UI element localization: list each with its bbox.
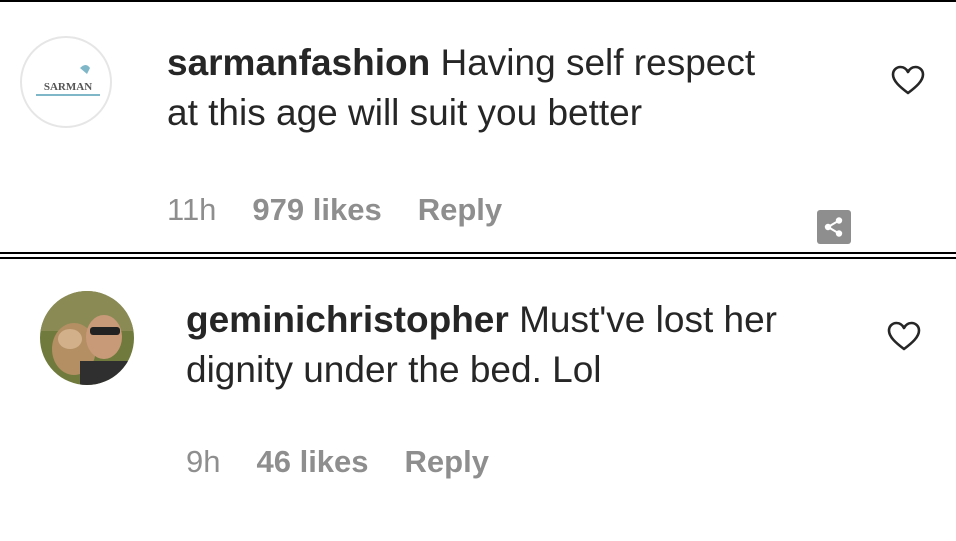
share-button[interactable] xyxy=(817,210,851,244)
comment-meta: 9h 46 likes Reply xyxy=(186,444,489,480)
comment-likes[interactable]: 979 likes xyxy=(252,192,381,228)
reply-button[interactable]: Reply xyxy=(405,444,489,480)
heart-icon[interactable] xyxy=(886,320,922,352)
avatar[interactable]: SARMAN xyxy=(20,36,112,128)
comment-username[interactable]: geminichristopher xyxy=(186,299,509,340)
sarman-logo: SARMAN xyxy=(36,65,100,96)
comment-text: Having self respect xyxy=(440,42,756,83)
comment-likes[interactable]: 46 likes xyxy=(256,444,368,480)
comment-1: SARMAN sarmanfashion Having self respect… xyxy=(0,0,956,252)
avatar[interactable] xyxy=(40,291,134,385)
comment-body: geminichristopher Must've lost her digni… xyxy=(186,295,866,395)
comment-text-line2: dignity under the bed. Lol xyxy=(186,349,602,390)
reply-button[interactable]: Reply xyxy=(418,192,502,228)
avatar-photo xyxy=(40,291,134,385)
svg-text:SARMAN: SARMAN xyxy=(44,81,92,93)
comment-body: sarmanfashion Having self respect at thi… xyxy=(167,38,867,138)
share-icon xyxy=(824,217,843,237)
comment-text: Must've lost her xyxy=(519,299,777,340)
comment-time[interactable]: 11h xyxy=(167,192,216,228)
comment-2: geminichristopher Must've lost her digni… xyxy=(0,259,956,541)
comment-username[interactable]: sarmanfashion xyxy=(167,42,430,83)
comment-time[interactable]: 9h xyxy=(186,444,220,480)
comment-meta: 11h 979 likes Reply xyxy=(167,192,502,228)
comment-text-line2: at this age will suit you better xyxy=(167,92,643,133)
divider xyxy=(0,252,956,254)
heart-icon[interactable] xyxy=(890,64,926,96)
